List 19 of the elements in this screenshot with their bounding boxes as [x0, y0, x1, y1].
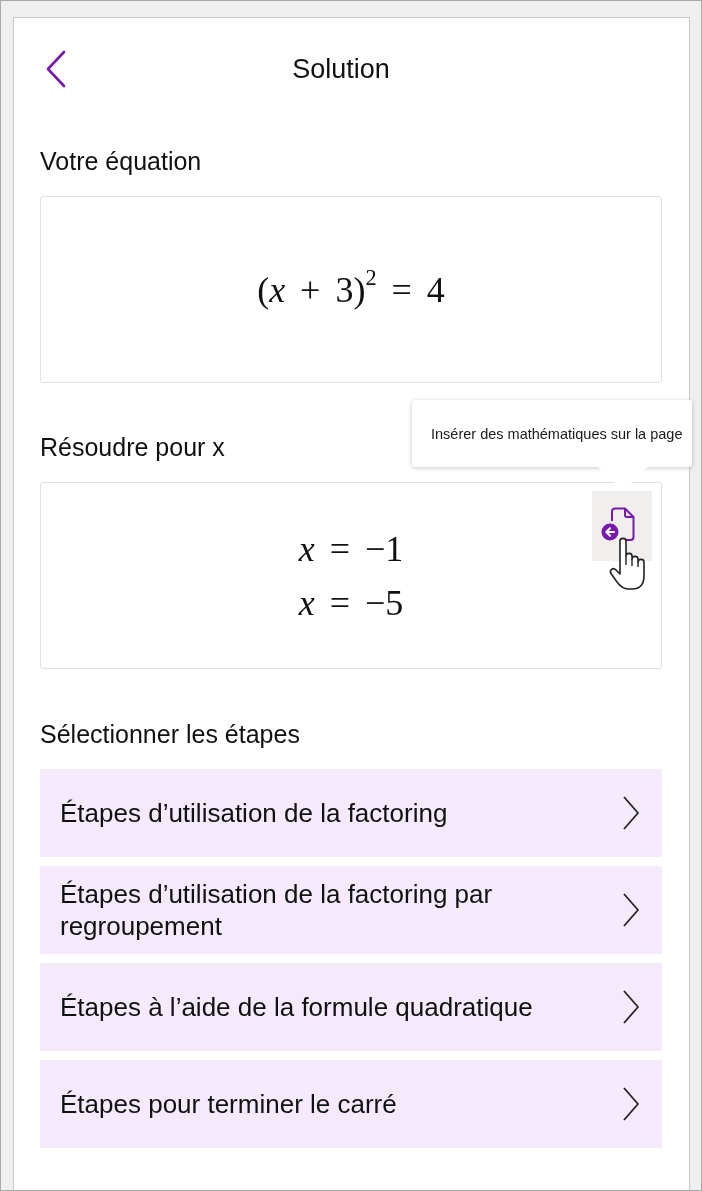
steps-option[interactable]: Étapes pour terminer le carré: [40, 1060, 662, 1148]
section-label: Sélectionner les étapes: [40, 719, 300, 749]
section-label: Votre équation: [40, 146, 202, 176]
chevron-right-icon: [622, 1086, 640, 1122]
document-arrow-icon: [601, 506, 635, 542]
chevron-right-icon: [622, 989, 640, 1025]
section-label: Résoudre pour x: [40, 432, 225, 462]
page-title: Solution: [292, 53, 390, 85]
hand-cursor-icon: [608, 536, 648, 591]
steps-option[interactable]: Étapes d’utilisation de la factoring: [40, 769, 662, 857]
steps-option[interactable]: Étapes à l’aide de la formule quadratique: [40, 963, 662, 1051]
insert-math-button[interactable]: [592, 491, 652, 561]
solution-text: x = −5: [298, 581, 404, 625]
steps-option[interactable]: Étapes d’utilisation de la factoring par regroupement: [40, 866, 662, 954]
chevron-left-icon: [45, 50, 67, 88]
chevron-right-icon: [622, 795, 640, 831]
chevron-right-icon: [622, 892, 640, 928]
equation-text: (x + 3)$^{2}$ = 4: [257, 263, 445, 312]
solution-text: x = −1: [298, 527, 404, 571]
